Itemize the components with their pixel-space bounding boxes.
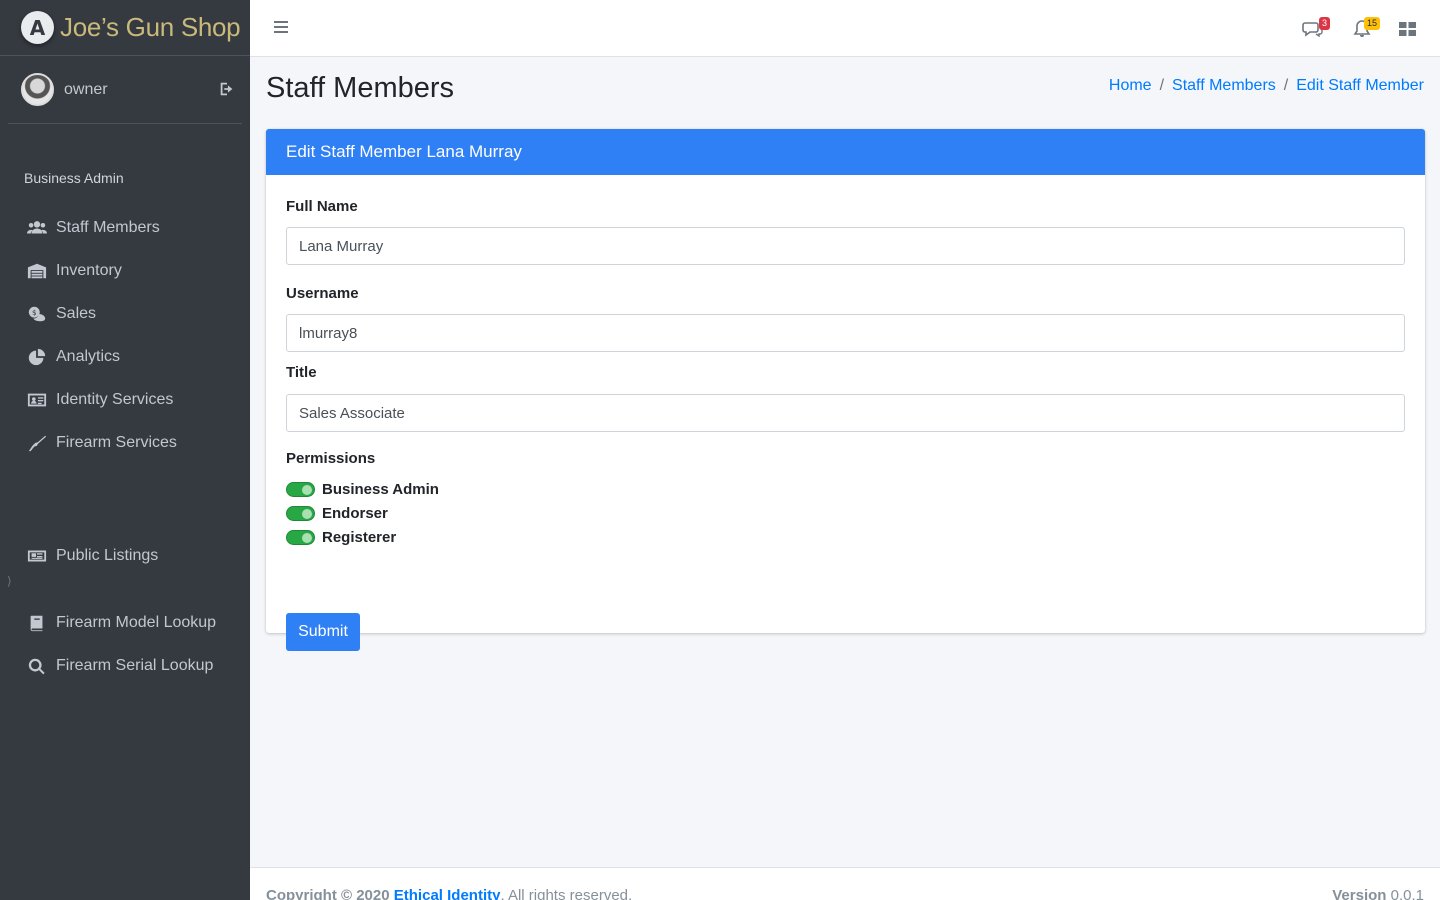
notifications-count-badge: 15 [1364, 17, 1381, 30]
version-number: 0.0.1 [1390, 887, 1424, 900]
breadcrumb: Home / Staff Members / Edit Staff Member [1109, 77, 1424, 95]
footer-copyright: Copyright © 2020 Ethical Identity. All r… [266, 887, 632, 900]
logout-icon[interactable] [218, 80, 236, 98]
version-label: Version [1332, 887, 1387, 900]
sidebar-item-inventory[interactable]: Inventory [0, 249, 250, 292]
permission-label: Business Admin [322, 481, 439, 498]
copyright-text: Copyright © 2020 [266, 887, 390, 900]
permission-business-admin: Business Admin [286, 481, 439, 498]
brand-name: Joe’s Gun Shop [60, 12, 241, 42]
breadcrumb-edit-staff-member[interactable]: Edit Staff Member [1296, 77, 1424, 95]
sidebar-item-firearm-model-lookup[interactable]: Firearm Model Lookup [0, 601, 250, 644]
username-input[interactable] [286, 314, 1405, 352]
warehouse-icon [26, 261, 48, 281]
book-icon [26, 613, 48, 633]
breadcrumb-home[interactable]: Home [1109, 77, 1152, 95]
card-title: Edit Staff Member Lana Murray [266, 129, 1425, 175]
endorser-toggle[interactable] [286, 506, 315, 521]
grid-icon [1399, 22, 1416, 36]
sidebar-item-label: Public Listings [56, 546, 159, 564]
sidebar-item-staff-members[interactable]: Staff Members [0, 206, 250, 249]
edit-staff-card: Edit Staff Member Lana Murray Full Name … [266, 129, 1425, 651]
sidebar-item-label: Sales [56, 304, 97, 322]
firearm-icon [26, 433, 48, 453]
brand-link[interactable]: A Joe’s Gun Shop [0, 0, 250, 56]
messages-button[interactable]: 3 [1302, 17, 1331, 40]
sidebar-item-analytics[interactable]: Analytics [0, 335, 250, 378]
sidebar-item-label: Firearm Services [56, 433, 177, 451]
sidebar-item-firearm-serial-lookup[interactable]: Firearm Serial Lookup [0, 644, 250, 687]
apps-grid-button[interactable] [1398, 19, 1420, 41]
company-link[interactable]: Ethical Identity [394, 887, 501, 900]
sidebar-item-public-listings[interactable]: Public Listings [0, 534, 250, 577]
sidebar-item-sales[interactable]: $ Sales [0, 292, 250, 335]
top-navbar: 3 15 [250, 0, 1440, 57]
search-icon [26, 656, 48, 676]
sidebar-item-label: Identity Services [56, 390, 174, 408]
footer: Copyright © 2020 Ethical Identity. All r… [250, 867, 1440, 900]
hamburger-menu-icon[interactable] [274, 21, 288, 35]
business-admin-toggle[interactable] [286, 482, 315, 497]
brand-logo-icon: A [21, 11, 54, 44]
permission-label: Registerer [322, 529, 397, 546]
page-title: Staff Members [266, 72, 455, 104]
permission-label: Endorser [322, 505, 388, 522]
permissions-label: Permissions [286, 450, 376, 467]
breadcrumb-separator: / [1159, 77, 1165, 94]
sidebar-item-label: Inventory [56, 261, 122, 279]
sidebar-item-label: Firearm Model Lookup [56, 613, 217, 631]
sidebar-item-label: Analytics [56, 347, 121, 365]
user-name[interactable]: owner [64, 81, 108, 99]
breadcrumb-separator: / [1283, 77, 1289, 94]
sales-icon: $ [26, 304, 48, 324]
full-name-input[interactable] [286, 227, 1405, 265]
title-label: Title [286, 364, 317, 381]
breadcrumb-staff-members[interactable]: Staff Members [1172, 77, 1276, 95]
sidebar-resize-handle[interactable]: ⟩ [7, 574, 12, 588]
sidebar-item-firearm-services[interactable]: Firearm Services [0, 421, 250, 464]
footer-version: Version 0.0.1 [1332, 887, 1424, 900]
sidebar-item-label: Firearm Serial Lookup [56, 656, 214, 674]
full-name-label: Full Name [286, 198, 358, 215]
newspaper-icon [26, 546, 48, 566]
rights-text: . All rights reserved. [500, 887, 633, 900]
permission-registerer: Registerer [286, 529, 396, 546]
users-icon [26, 218, 48, 238]
user-panel: owner [8, 56, 242, 124]
username-label: Username [286, 285, 359, 302]
registerer-toggle[interactable] [286, 530, 315, 545]
submit-button[interactable]: Submit [286, 613, 360, 651]
pie-chart-icon [26, 347, 48, 367]
svg-text:$: $ [32, 307, 37, 316]
title-input[interactable] [286, 394, 1405, 432]
notifications-button[interactable]: 15 [1351, 17, 1381, 40]
avatar[interactable] [21, 73, 54, 106]
sidebar: A Joe’s Gun Shop owner Business Admin St… [0, 0, 250, 900]
sidebar-item-label: Staff Members [56, 218, 160, 236]
nav-header-business-admin: Business Admin [24, 170, 124, 186]
sidebar-item-identity-services[interactable]: Identity Services [0, 378, 250, 421]
permission-endorser: Endorser [286, 505, 388, 522]
messages-count-badge: 3 [1319, 17, 1331, 30]
id-card-icon [26, 390, 48, 410]
